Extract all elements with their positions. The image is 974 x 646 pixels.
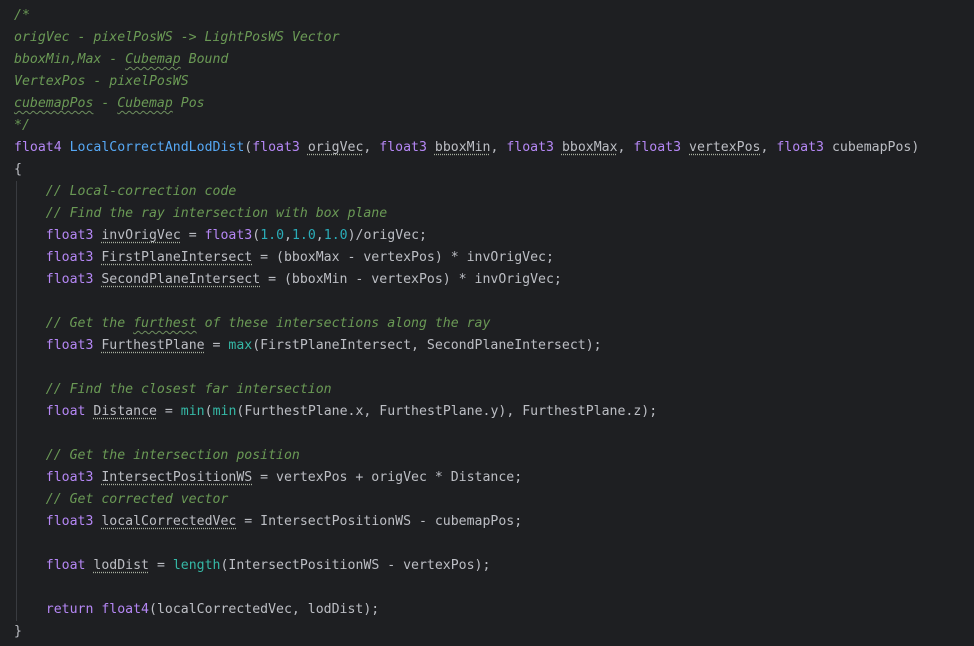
- code-line[interactable]: origVec - pixelPosWS -> LightPosWS Vecto…: [14, 27, 919, 49]
- code-line[interactable]: float Distance = min(min(FurthestPlane.x…: [14, 401, 919, 423]
- code-line[interactable]: }: [14, 621, 919, 643]
- code-line[interactable]: ​: [14, 291, 919, 313]
- code-line[interactable]: ​: [14, 423, 919, 445]
- code-line[interactable]: // Get the furthest of these intersectio…: [14, 313, 919, 335]
- code-line[interactable]: // Get corrected vector: [14, 489, 919, 511]
- code-line[interactable]: // Find the closest far intersection: [14, 379, 919, 401]
- code-line[interactable]: float3 localCorrectedVec = IntersectPosi…: [14, 511, 919, 533]
- code-line[interactable]: return float4(localCorrectedVec, lodDist…: [14, 599, 919, 621]
- code-line[interactable]: // Local-correction code: [14, 181, 919, 203]
- code-line[interactable]: // Get the intersection position: [14, 445, 919, 467]
- code-line[interactable]: // Find the ray intersection with box pl…: [14, 203, 919, 225]
- code-line[interactable]: float3 IntersectPositionWS = vertexPos +…: [14, 467, 919, 489]
- code-line[interactable]: VertexPos - pixelPosWS: [14, 71, 919, 93]
- code-line[interactable]: {: [14, 159, 919, 181]
- code-line[interactable]: float3 invOrigVec = float3(1.0,1.0,1.0)/…: [14, 225, 919, 247]
- code-editor[interactable]: /* origVec - pixelPosWS -> LightPosWS Vec…: [0, 0, 974, 646]
- code-line[interactable]: float4 LocalCorrectAndLodDist(float3 ori…: [14, 137, 919, 159]
- code-line[interactable]: cubemapPos - Cubemap Pos: [14, 93, 919, 115]
- code-line[interactable]: ​: [14, 357, 919, 379]
- code-line[interactable]: /*: [14, 5, 919, 27]
- code-line[interactable]: float lodDist = length(IntersectPosition…: [14, 555, 919, 577]
- code-line[interactable]: float3 FurthestPlane = max(FirstPlaneInt…: [14, 335, 919, 357]
- code-area[interactable]: /* origVec - pixelPosWS -> LightPosWS Vec…: [14, 5, 919, 643]
- code-line[interactable]: ​: [14, 533, 919, 555]
- code-line[interactable]: bboxMin,Max - Cubemap Bound: [14, 49, 919, 71]
- code-line[interactable]: ​: [14, 577, 919, 599]
- code-line[interactable]: float3 SecondPlaneIntersect = (bboxMin -…: [14, 269, 919, 291]
- code-line[interactable]: float3 FirstPlaneIntersect = (bboxMax - …: [14, 247, 919, 269]
- code-line[interactable]: */: [14, 115, 919, 137]
